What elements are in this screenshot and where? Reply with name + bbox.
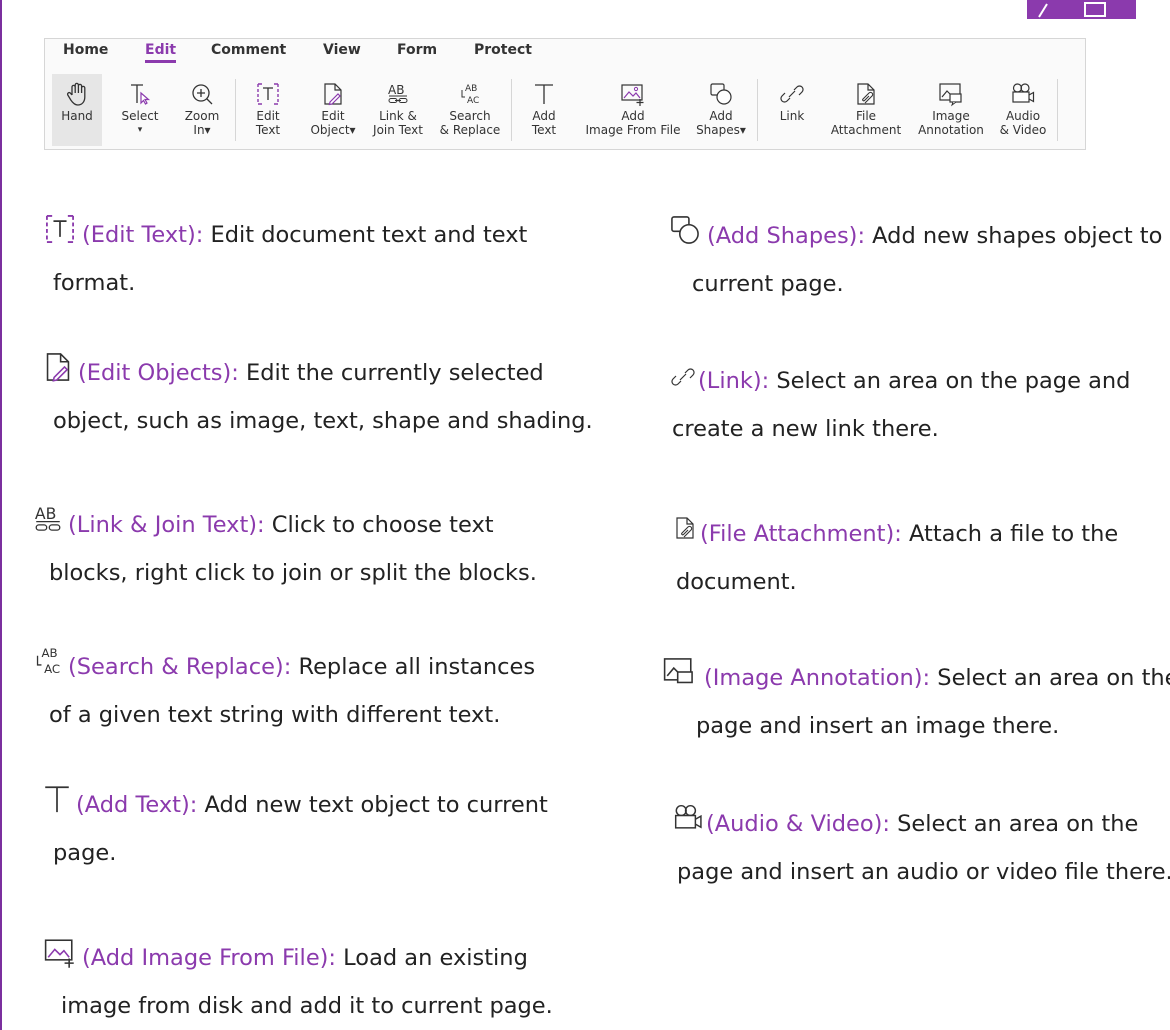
add-text-icon: [535, 84, 553, 104]
tab-protect[interactable]: Protect: [474, 42, 532, 58]
desc-edit-text: (Edit Text): Edit document text and text…: [40, 211, 527, 307]
add-text-button[interactable]: Add Text: [521, 74, 567, 146]
link-button[interactable]: Link: [769, 74, 815, 146]
add-image-icon: [621, 84, 644, 106]
svg-text:AB: AB: [41, 646, 57, 660]
link-join-text-icon: AB: [388, 83, 408, 103]
desc-file-attachment: (File Attachment): Attach a file to the …: [672, 510, 1118, 606]
add-shapes-button[interactable]: Add Shapes▾: [693, 74, 749, 146]
desc-add-image-from-file: (Add Image From File): Load an existing …: [40, 934, 553, 1030]
file-attachment-button[interactable]: File Attachment: [829, 74, 903, 146]
ribbon-separator: [1057, 79, 1058, 141]
edit-text-icon: [46, 215, 74, 243]
link-icon: [780, 85, 804, 103]
svg-text:AC: AC: [467, 96, 479, 106]
svg-text:AB: AB: [35, 504, 57, 523]
svg-text:AB: AB: [388, 83, 404, 97]
link-join-text-button[interactable]: AB Link & Join Text: [367, 74, 429, 146]
desc-edit-objects: (Edit Objects): Edit the currently selec…: [40, 349, 593, 445]
add-image-from-file-button[interactable]: Add Image From File: [581, 74, 685, 146]
add-shapes-icon: [710, 83, 732, 105]
ribbon-separator: [757, 79, 758, 141]
desc-add-shapes: (Add Shapes): Add new shapes object to c…: [665, 212, 1162, 308]
tab-comment[interactable]: Comment: [211, 42, 286, 58]
audio-video-icon: [1012, 83, 1035, 103]
desc-image-annotation: (Image Annotation): Select an area on th…: [656, 654, 1170, 750]
desc-link: (Link): Select an area on the page and c…: [670, 357, 1130, 453]
desc-link-join-text: AB (Link & Join Text): Click to choose t…: [30, 501, 537, 597]
ribbon-tabs: Home Edit Comment View Form Protect: [45, 39, 1085, 65]
link-icon: [671, 368, 695, 386]
ribbon-toolbar: Home Edit Comment View Form Protect Hand…: [44, 38, 1086, 150]
zoom-in-button[interactable]: Zoom In▾: [177, 74, 227, 146]
image-annotation-icon: [663, 658, 693, 684]
select-tool-button[interactable]: Select ▾: [115, 74, 165, 146]
file-attachment-icon: [857, 83, 875, 105]
add-image-icon: [44, 939, 74, 968]
tab-form[interactable]: Form: [397, 42, 437, 58]
tab-edit[interactable]: Edit: [145, 42, 177, 63]
edit-object-button[interactable]: Edit Object▾: [305, 74, 361, 146]
tab-view[interactable]: View: [323, 42, 361, 58]
desc-audio-video: (Audio & Video): Select an area on the p…: [672, 800, 1170, 896]
tab-home[interactable]: Home: [63, 42, 108, 58]
zoom-in-icon: [192, 84, 213, 105]
corner-badge: [1027, 0, 1136, 19]
add-text-icon: [45, 786, 69, 813]
hand-icon: [66, 82, 86, 106]
edit-text-icon: [257, 83, 279, 105]
desc-add-text: (Add Text): Add new text object to curre…: [40, 781, 548, 877]
select-text-icon: [131, 84, 151, 105]
search-replace-button[interactable]: AB AC Search & Replace: [435, 74, 505, 146]
hand-tool-button[interactable]: Hand: [52, 74, 102, 146]
search-replace-icon: AB AC: [36, 646, 60, 676]
svg-text:AC: AC: [44, 662, 60, 676]
corner-badge-icon: [1038, 2, 1106, 18]
audio-video-icon: [674, 804, 702, 829]
link-join-text-icon: AB: [35, 504, 61, 531]
left-frame-border: [0, 0, 2, 1030]
ribbon-separator: [235, 79, 236, 141]
search-replace-icon: AB AC: [461, 84, 479, 106]
svg-text:AB: AB: [465, 84, 477, 94]
add-shapes-icon: [671, 216, 699, 244]
edit-object-icon: [324, 83, 342, 106]
audio-video-button[interactable]: Audio & Video: [995, 74, 1051, 146]
ribbon-separator: [511, 79, 512, 141]
edit-text-button[interactable]: Edit Text: [243, 74, 293, 146]
desc-search-replace: AB AC (Search & Replace): Replace all in…: [30, 643, 535, 739]
edit-object-icon: [46, 353, 70, 382]
file-attachment-icon: [676, 517, 694, 539]
image-annotation-button[interactable]: Image Annotation: [913, 74, 989, 146]
image-annotation-icon: [939, 83, 962, 107]
